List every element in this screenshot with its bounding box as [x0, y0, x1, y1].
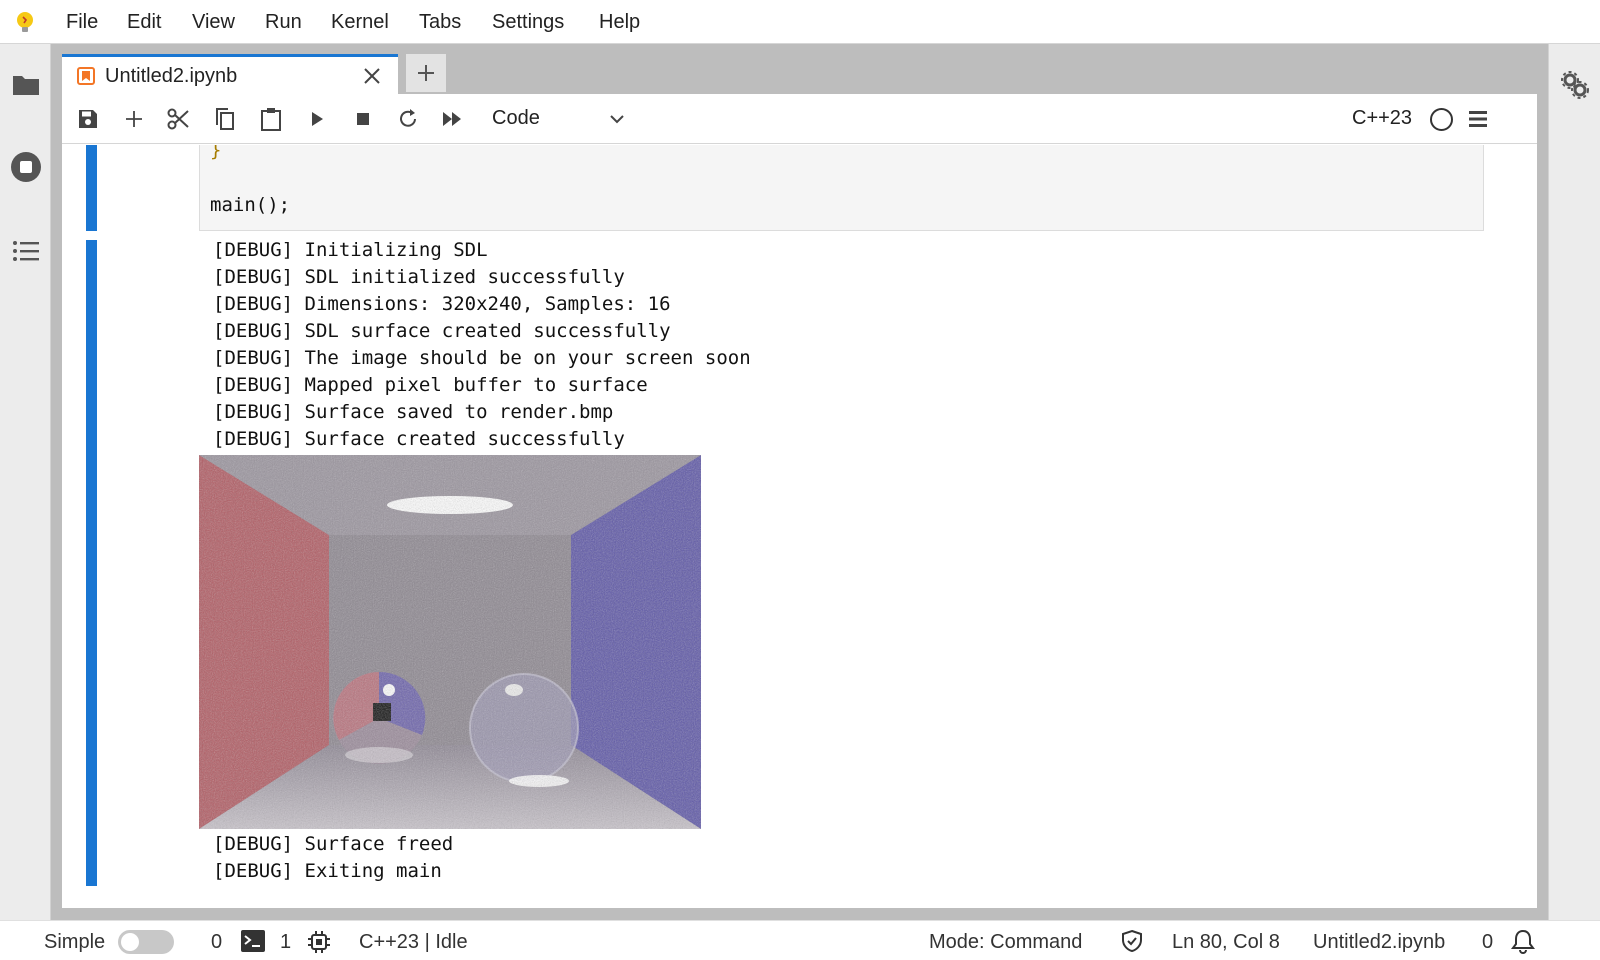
close-tab-icon[interactable] — [361, 65, 383, 87]
output-line: [DEBUG] Surface saved to render.bmp — [213, 401, 614, 423]
insert-cell-plus-icon[interactable] — [121, 106, 147, 132]
current-filename: Untitled2.ipynb — [1313, 931, 1446, 953]
restart-kernel-icon[interactable] — [395, 106, 421, 132]
menu-bar: File Edit View Run Kernel Tabs Settings … — [0, 0, 1600, 44]
output-line: [DEBUG] SDL surface created successfully — [213, 320, 671, 342]
code-line: } — [210, 145, 222, 161]
output-line: [DEBUG] The image should be on your scre… — [213, 347, 751, 369]
status-bar: Simple 0 1 C++23 | Idle Mode: Command Ln… — [0, 920, 1600, 960]
menu-hamburger-icon[interactable] — [1467, 108, 1489, 130]
trusted-shield-icon[interactable] — [1120, 929, 1144, 953]
menu-help[interactable]: Help — [593, 9, 646, 36]
tab-untitled2[interactable]: Untitled2.ipynb — [62, 54, 398, 94]
table-of-contents-list-icon[interactable] — [9, 234, 43, 268]
menu-tabs[interactable]: Tabs — [413, 9, 467, 36]
cut-scissors-icon[interactable] — [166, 106, 192, 132]
cursor-position[interactable]: Ln 80, Col 8 — [1172, 931, 1280, 954]
plus-icon — [418, 65, 434, 81]
output-line: [DEBUG] Mapped pixel buffer to surface — [213, 374, 648, 396]
toggle-knob — [121, 933, 139, 951]
kernel-chip-icon[interactable] — [307, 930, 331, 954]
notification-count[interactable]: 0 — [1482, 931, 1493, 954]
file-browser-folder-icon[interactable] — [9, 68, 43, 102]
menu-run[interactable]: Run — [259, 9, 308, 36]
notebook-cells: } main(); [DEBUG] Initializing SDL [DEBU… — [62, 145, 1537, 908]
kernel-status-idle-circle-icon — [1430, 108, 1453, 131]
notebook-icon — [77, 67, 95, 85]
output-line: [DEBUG] SDL initialized successfully — [213, 266, 625, 288]
property-inspector-gears-icon[interactable] — [1558, 68, 1592, 102]
save-icon[interactable] — [75, 106, 101, 132]
simple-mode-toggle[interactable] — [118, 930, 174, 954]
code-line: main(); — [210, 194, 291, 216]
terminal-icon[interactable] — [241, 930, 265, 952]
terminals-count[interactable]: 0 — [211, 931, 222, 954]
output-collapser[interactable] — [86, 240, 97, 886]
input-collapser[interactable] — [86, 145, 97, 231]
notebook-toolbar: Code C++23 — [62, 94, 1537, 144]
left-sidebar — [0, 44, 51, 920]
simple-mode-label: Simple — [44, 931, 106, 953]
menu-file[interactable]: File — [60, 9, 104, 36]
copy-icon[interactable] — [212, 106, 238, 132]
kernels-count[interactable]: 1 — [280, 931, 291, 954]
notebook-panel: Code C++23 } main(); [DEBUG] Initializin… — [62, 94, 1537, 908]
menu-view[interactable]: View — [186, 9, 241, 36]
interrupt-stop-icon[interactable] — [350, 106, 376, 132]
cell-output-area: [DEBUG] Initializing SDL [DEBUG] SDL ini… — [199, 239, 1499, 899]
main-dock-area: Untitled2.ipynb Code C++23} main(); [DE… — [51, 44, 1548, 920]
output-line: [DEBUG] Surface freed — [213, 833, 454, 855]
menu-settings[interactable]: Settings — [486, 9, 570, 36]
cell-type-value: Code — [492, 107, 540, 129]
output-line: [DEBUG] Dimensions: 320x240, Samples: 16 — [213, 293, 671, 315]
chevron-down-icon — [608, 110, 626, 128]
output-line: [DEBUG] Exiting main — [213, 860, 442, 882]
run-cell-play-icon[interactable] — [304, 106, 330, 132]
code-cell-editor[interactable]: } main(); — [199, 145, 1484, 231]
rendered-cornell-box-image — [199, 455, 701, 829]
menu-kernel[interactable]: Kernel — [325, 9, 395, 36]
notification-bell-icon[interactable] — [1510, 928, 1536, 954]
notebook-mode-text: Mode: Command — [929, 931, 1083, 953]
tab-label: Untitled2.ipynb — [105, 65, 238, 87]
output-line: [DEBUG] Surface created successfully — [213, 428, 625, 450]
kernel-name-button[interactable]: C++23 — [1352, 107, 1412, 130]
running-kernels-stop-icon[interactable] — [9, 150, 43, 184]
right-sidebar — [1548, 44, 1600, 920]
output-line: [DEBUG] Initializing SDL — [213, 239, 488, 261]
paste-clipboard-icon[interactable] — [258, 106, 284, 132]
menu-edit[interactable]: Edit — [121, 9, 167, 36]
new-launcher-button[interactable] — [406, 54, 446, 92]
cell-type-dropdown[interactable]: Code — [486, 104, 636, 134]
kernel-status-text[interactable]: C++23 | Idle — [359, 931, 468, 954]
jupyter-logo-icon[interactable] — [12, 9, 38, 35]
restart-run-all-fast-forward-icon[interactable] — [440, 106, 466, 132]
